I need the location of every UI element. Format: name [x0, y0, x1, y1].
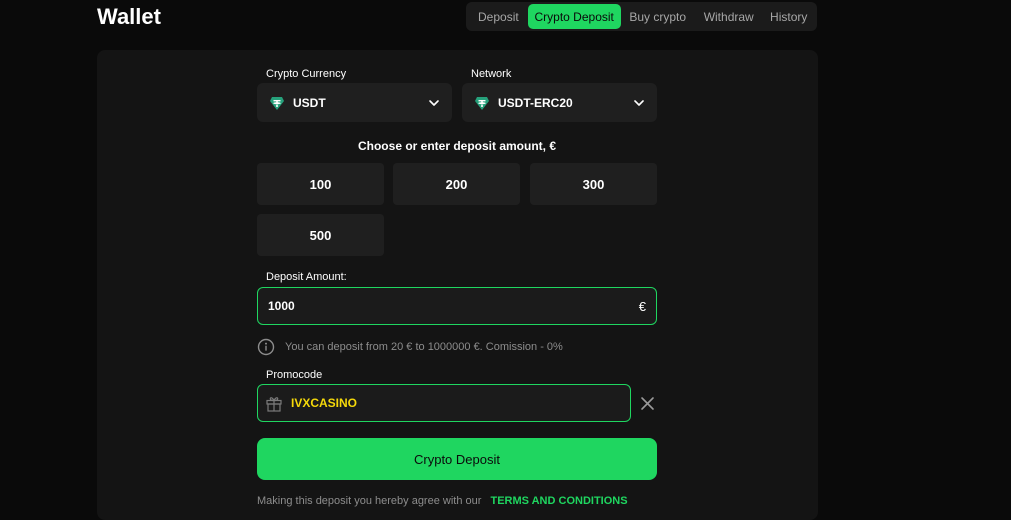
- amount-option-100[interactable]: 100: [257, 163, 384, 205]
- terms-text: Making this deposit you hereby agree wit…: [257, 495, 482, 507]
- deposit-amount-value: 1000: [268, 299, 295, 313]
- tab-withdraw[interactable]: Withdraw: [695, 4, 763, 29]
- tab-buy-crypto[interactable]: Buy crypto: [621, 4, 695, 29]
- amount-option-200[interactable]: 200: [393, 163, 520, 205]
- deposit-limits-info: You can deposit from 20 € to 1000000 €. …: [257, 338, 563, 356]
- amount-option-300[interactable]: 300: [530, 163, 657, 205]
- tether-icon: [269, 95, 285, 111]
- crypto-currency-select[interactable]: USDT: [257, 83, 452, 122]
- deposit-amount-label: Deposit Amount:: [266, 271, 347, 283]
- crypto-currency-value: USDT: [293, 95, 326, 110]
- tab-crypto-deposit[interactable]: Crypto Deposit: [527, 4, 621, 29]
- close-icon: [641, 397, 654, 410]
- deposit-limits-text: You can deposit from 20 € to 1000000 €. …: [285, 341, 563, 353]
- amount-option-500[interactable]: 500: [257, 214, 384, 256]
- network-label: Network: [471, 68, 512, 80]
- promocode-input[interactable]: IVXCASINO: [257, 384, 631, 422]
- promocode-value: IVXCASINO: [291, 396, 358, 410]
- tab-deposit[interactable]: Deposit: [469, 4, 528, 29]
- chevron-down-icon: [633, 97, 645, 109]
- crypto-deposit-button[interactable]: Crypto Deposit: [257, 438, 657, 480]
- amount-heading: Choose or enter deposit amount, €: [357, 139, 557, 153]
- clear-promocode-button[interactable]: [640, 396, 655, 411]
- currency-symbol: €: [638, 298, 646, 314]
- terms-notice: Making this deposit you hereby agree wit…: [257, 495, 628, 507]
- page-title: Wallet: [97, 4, 161, 29]
- chevron-down-icon: [428, 97, 440, 109]
- deposit-amount-input[interactable]: 1000 €: [257, 287, 657, 325]
- crypto-currency-label: Crypto Currency: [266, 68, 347, 80]
- tether-icon: [474, 95, 490, 111]
- promocode-label: Promocode: [266, 369, 323, 381]
- network-select[interactable]: USDT-ERC20: [462, 83, 657, 122]
- network-value: USDT-ERC20: [498, 95, 573, 110]
- gift-icon: [264, 393, 284, 413]
- info-icon: [257, 338, 275, 356]
- terms-link[interactable]: TERMS AND CONDITIONS: [490, 495, 627, 507]
- tab-history[interactable]: History: [763, 4, 815, 29]
- wallet-tabs: Deposit Crypto Deposit Buy crypto Withdr…: [466, 2, 817, 31]
